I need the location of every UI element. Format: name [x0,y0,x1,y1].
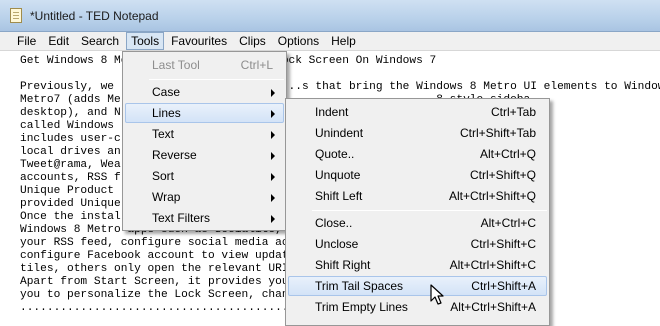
menu-item-label: Text Filters [152,211,211,225]
lines-submenu: Indent Ctrl+Tab Unindent Ctrl+Shift+Tab … [285,98,550,326]
shortcut-label: Ctrl+Shift+Q [469,168,536,182]
menu-item-label: Unindent [315,126,364,140]
menu-item-label: Reverse [152,148,197,162]
menu-item-unindent[interactable]: Unindent Ctrl+Shift+Tab [288,123,547,143]
shortcut-label: Alt+Ctrl+C [480,216,536,230]
menu-item-label: Sort [152,169,175,183]
shortcut-label: Ctrl+Tab [490,105,536,119]
menu-item-label: Quote.. [315,147,355,161]
menu-item-label: Case [152,85,181,99]
menu-item-indent[interactable]: Indent Ctrl+Tab [288,102,547,122]
menu-item-text-filters[interactable]: Text Filters [125,208,284,228]
shortcut-label: Ctrl+Shift+Tab [459,126,536,140]
shortcut-label: Alt+Ctrl+Shift+C [449,258,536,272]
submenu-arrow-icon [271,215,275,223]
shortcut-label: Alt+Ctrl+Shift+A [450,300,536,314]
shortcut-label: Alt+Ctrl+Q [479,147,536,161]
menu-item-last-tool[interactable]: Last Tool Ctrl+L [125,55,284,75]
menu-item-reverse[interactable]: Reverse [125,145,284,165]
menu-item-label: Close.. [315,216,353,230]
menu-favourites[interactable]: Favourites [166,32,232,50]
menu-item-quote[interactable]: Quote.. Alt+Ctrl+Q [288,144,547,164]
menu-tools[interactable]: Tools [126,32,165,50]
menu-item-trim-tail-spaces[interactable]: Trim Tail Spaces Ctrl+Shift+A [288,276,547,296]
submenu-arrow-icon [271,194,275,202]
menu-file[interactable]: File [12,32,41,50]
menu-item-text[interactable]: Text [125,124,284,144]
shortcut-label: Ctrl+Shift+C [470,237,536,251]
editor-line[interactable]: Previously, we .........................… [20,81,660,94]
shortcut-label: Ctrl+L [240,58,273,72]
submenu-arrow-icon [271,131,275,139]
menu-item-label: Wrap [152,190,181,204]
menu-item-close[interactable]: Close.. Alt+Ctrl+C [288,213,547,233]
menu-options[interactable]: Options [273,32,324,50]
menu-item-shift-right[interactable]: Shift Right Alt+Ctrl+Shift+C [288,255,547,275]
menu-help[interactable]: Help [326,32,361,50]
menu-item-label: Last Tool [152,58,200,72]
menu-item-lines[interactable]: Lines [125,103,284,123]
menu-item-case[interactable]: Case [125,82,284,102]
menu-item-label: Shift Right [315,258,371,272]
menu-item-label: Unclose [315,237,359,251]
tools-menu: Last Tool Ctrl+L Case Lines Text Reverse… [122,51,287,231]
menu-item-trim-empty-lines[interactable]: Trim Empty Lines Alt+Ctrl+Shift+A [288,297,547,317]
menu-item-label: Text [152,127,175,141]
menu-search[interactable]: Search [76,32,124,50]
menu-clips[interactable]: Clips [234,32,271,50]
menu-item-label: Lines [152,106,181,120]
menu-item-wrap[interactable]: Wrap [125,187,284,207]
notepad-icon [10,8,22,23]
submenu-arrow-icon [271,152,275,160]
submenu-arrow-icon [271,89,275,97]
menu-bar: File Edit Search Tools Favourites Clips … [0,32,660,51]
menu-item-shift-left[interactable]: Shift Left Alt+Ctrl+Shift+Q [288,186,547,206]
menu-item-label: Indent [315,105,349,119]
window-title: *Untitled - TED Notepad [30,9,159,23]
shortcut-label: Alt+Ctrl+Shift+Q [448,189,536,203]
menu-item-label: Shift Left [315,189,363,203]
menu-item-sort[interactable]: Sort [125,166,284,186]
menu-item-unquote[interactable]: Unquote Ctrl+Shift+Q [288,165,547,185]
menu-edit[interactable]: Edit [43,32,74,50]
submenu-arrow-icon [271,173,275,181]
menu-item-label: Trim Empty Lines [315,300,408,314]
menu-item-label: Unquote [315,168,361,182]
shortcut-label: Ctrl+Shift+A [471,279,536,293]
submenu-arrow-icon [271,110,275,118]
menu-item-label: Trim Tail Spaces [315,279,404,293]
menu-separator [149,79,284,80]
menu-item-unclose[interactable]: Unclose Ctrl+Shift+C [288,234,547,254]
title-bar: *Untitled - TED Notepad [0,0,660,32]
mouse-pointer-icon [430,284,444,305]
menu-separator [312,210,547,211]
